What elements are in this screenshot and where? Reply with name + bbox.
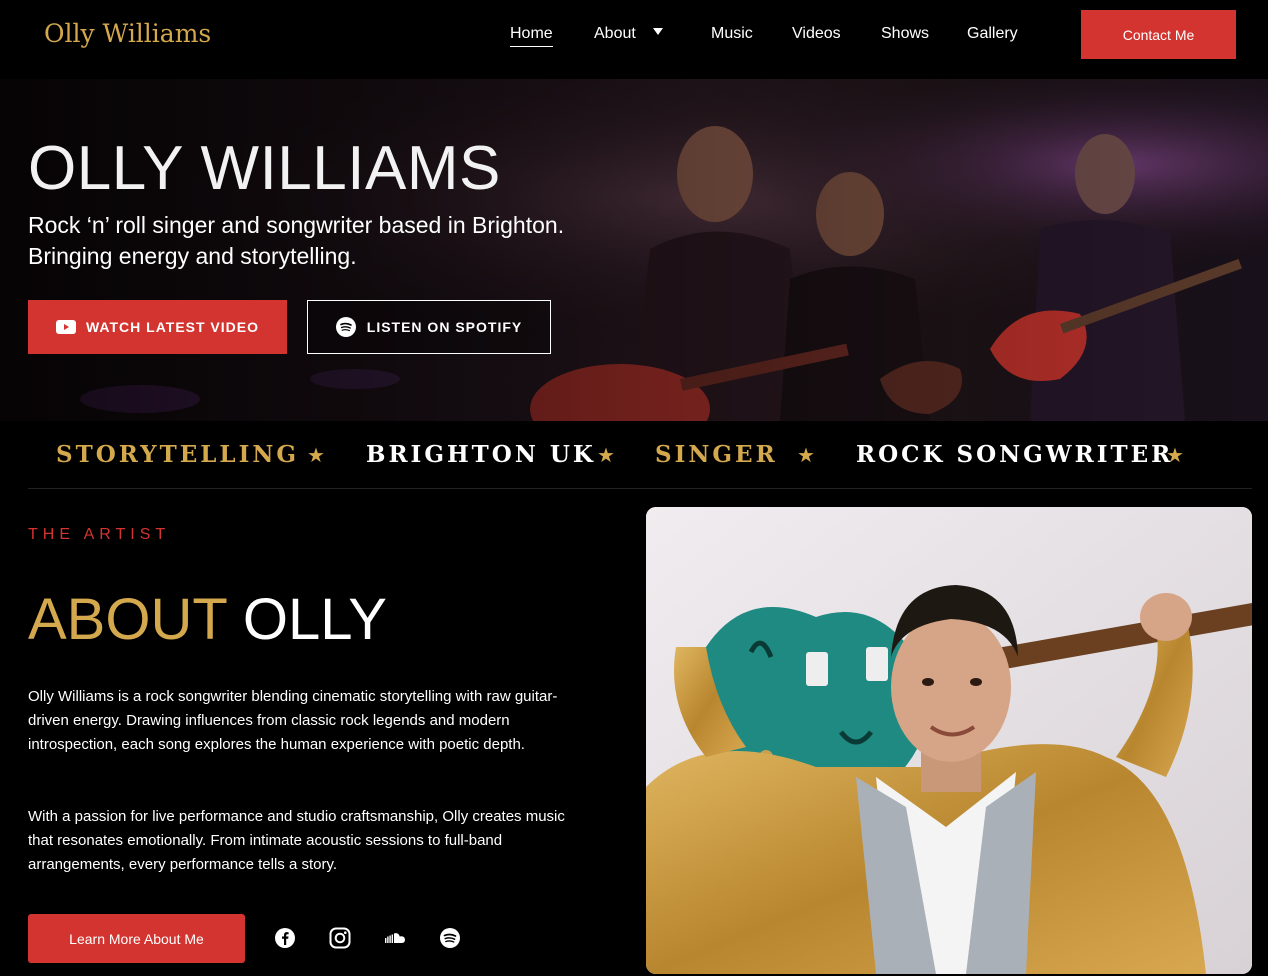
hero-subtitle-line1: Rock ‘n’ roll singer and songwriter base… <box>28 212 565 238</box>
chevron-down-icon[interactable] <box>653 28 663 35</box>
about-title-white: OLLY <box>242 587 387 652</box>
artist-illustration <box>646 507 1252 974</box>
about-paragraph-1: Olly Williams is a rock songwriter blend… <box>28 688 558 753</box>
keyword-ticker: STORYTELLING ★ BRIGHTON UK ★ SINGER ★ RO… <box>0 421 1268 489</box>
artist-portrait-photo <box>646 507 1252 974</box>
star-icon: ★ <box>797 445 815 467</box>
nav-shows[interactable]: Shows <box>881 24 929 44</box>
contact-button[interactable]: Contact Me <box>1081 10 1236 59</box>
top-navigation: Olly Williams Home About Music Videos Sh… <box>0 0 1268 79</box>
star-icon: ★ <box>597 445 615 467</box>
about-eyebrow: THE ARTIST <box>28 526 171 543</box>
nav-home[interactable]: Home <box>510 24 553 47</box>
listen-spotify-button[interactable]: LISTEN ON SPOTIFY <box>307 300 551 354</box>
spotify-icon <box>335 317 356 337</box>
hero-title: OLLY WILLIAMS <box>28 134 501 203</box>
about-title: ABOUT OLLY <box>28 586 387 653</box>
watch-video-label: WATCH LATEST VIDEO <box>85 319 260 335</box>
site-logo[interactable]: Olly Williams <box>44 19 211 48</box>
about-title-gold: ABOUT <box>28 587 227 652</box>
soundcloud-icon[interactable] <box>384 927 406 949</box>
nav-music[interactable]: Music <box>711 24 753 44</box>
instagram-icon[interactable] <box>329 927 351 949</box>
about-paragraph-2: With a passion for live performance and … <box>28 808 565 873</box>
ticker-item-singer: SINGER <box>655 441 778 468</box>
star-icon: ★ <box>307 445 325 467</box>
hero-subtitle-line2: Bringing energy and storytelling. <box>28 243 357 269</box>
watch-video-button[interactable]: WATCH LATEST VIDEO <box>28 300 287 354</box>
facebook-icon[interactable] <box>274 927 296 949</box>
hero-subtitle: Rock ‘n’ roll singer and songwriter base… <box>28 210 628 272</box>
learn-more-button[interactable]: Learn More About Me <box>28 914 245 963</box>
section-divider <box>28 488 1252 489</box>
nav-videos[interactable]: Videos <box>792 24 841 44</box>
hero-section: OLLY WILLIAMS Rock ‘n’ roll singer and s… <box>0 79 1268 421</box>
ticker-item-rock-songwriter: ROCK SONGWRITER <box>856 441 1174 468</box>
spotify-icon[interactable] <box>439 927 461 949</box>
youtube-icon <box>55 320 76 334</box>
star-icon: ★ <box>1166 445 1184 467</box>
listen-spotify-label: LISTEN ON SPOTIFY <box>366 319 523 335</box>
ticker-item-brighton: BRIGHTON UK <box>366 441 596 468</box>
ticker-item-storytelling: STORYTELLING <box>56 441 299 468</box>
nav-gallery[interactable]: Gallery <box>967 24 1018 44</box>
nav-about[interactable]: About <box>594 24 636 44</box>
